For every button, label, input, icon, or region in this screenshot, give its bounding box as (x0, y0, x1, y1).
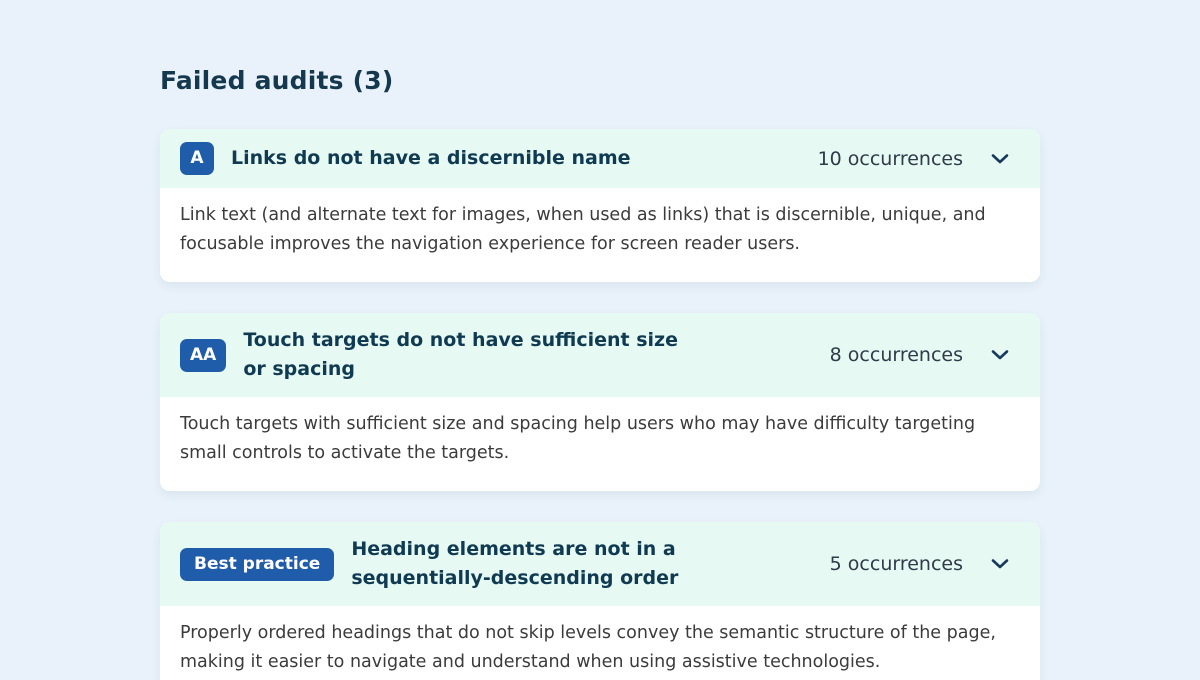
audit-description: Properly ordered headings that do not sk… (180, 619, 1000, 677)
audit-description: Link text (and alternate text for images… (180, 201, 1000, 259)
audit-header-heading-order[interactable]: Best practice Heading elements are not i… (160, 522, 1040, 606)
level-badge: Best practice (180, 548, 334, 581)
audit-header-links-discernible-name[interactable]: A Links do not have a discernible name 1… (160, 129, 1040, 188)
chevron-down-icon[interactable] (990, 345, 1010, 365)
audit-body: Touch targets with sufficient size and s… (160, 397, 1040, 491)
audit-title: Touch targets do not have sufficient siz… (243, 326, 713, 384)
audit-header-touch-targets[interactable]: AA Touch targets do not have sufficient … (160, 313, 1040, 397)
occurrence-count: 5 occurrences (830, 553, 963, 575)
page-title: Failed audits (3) (160, 66, 1040, 95)
audit-card: Best practice Heading elements are not i… (160, 522, 1040, 680)
audit-description: Touch targets with sufficient size and s… (180, 410, 1000, 468)
chevron-down-icon[interactable] (990, 554, 1010, 574)
occurrence-count: 8 occurrences (830, 344, 963, 366)
audit-card: AA Touch targets do not have sufficient … (160, 313, 1040, 491)
level-badge: AA (180, 339, 226, 372)
occurrence-count: 10 occurrences (818, 148, 963, 170)
chevron-down-icon[interactable] (990, 149, 1010, 169)
level-badge: A (180, 142, 214, 175)
audit-title: Links do not have a discernible name (231, 144, 701, 173)
failed-audits-panel: Failed audits (3) A Links do not have a … (0, 0, 1200, 680)
audit-title: Heading elements are not in a sequential… (351, 535, 821, 593)
audit-card: A Links do not have a discernible name 1… (160, 129, 1040, 282)
audit-body: Link text (and alternate text for images… (160, 188, 1040, 282)
audit-body: Properly ordered headings that do not sk… (160, 606, 1040, 680)
